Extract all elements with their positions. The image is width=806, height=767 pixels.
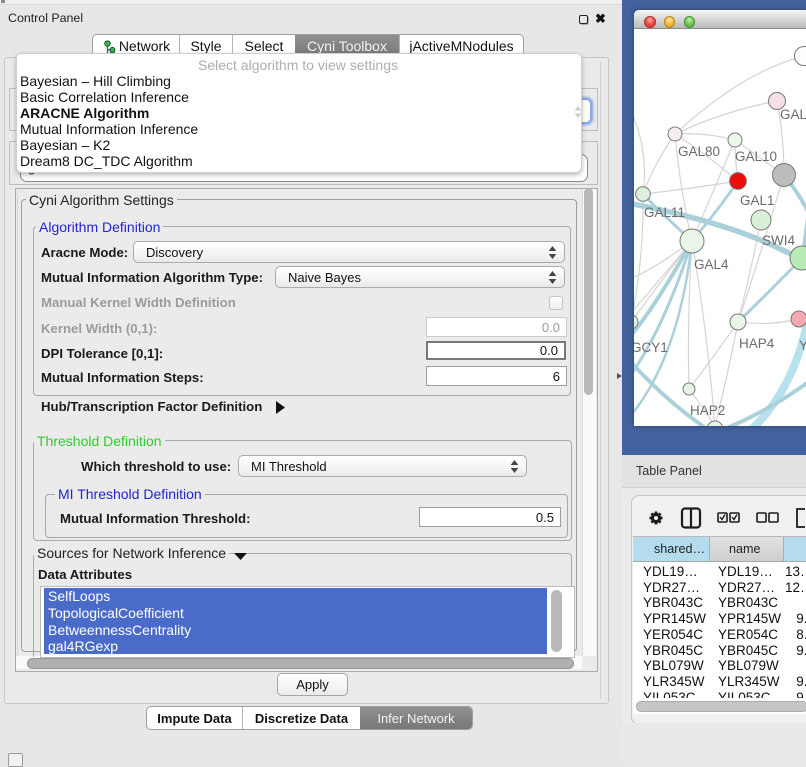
svg-text:GAL7: GAL7 [780, 107, 806, 122]
svg-text:SWI4: SWI4 [762, 233, 795, 248]
svg-text:GCY1: GCY1 [634, 340, 668, 355]
svg-text:GAL11: GAL11 [644, 205, 685, 220]
svg-text:GAL1: GAL1 [740, 193, 775, 208]
svg-text:GAL10: GAL10 [735, 149, 777, 164]
svg-text:HAP2: HAP2 [690, 403, 725, 418]
svg-text:GAL80: GAL80 [678, 144, 720, 159]
svg-text:YJ: YJ [799, 338, 806, 353]
svg-text:GAL4: GAL4 [694, 257, 729, 272]
svg-text:HAP4: HAP4 [739, 336, 775, 351]
